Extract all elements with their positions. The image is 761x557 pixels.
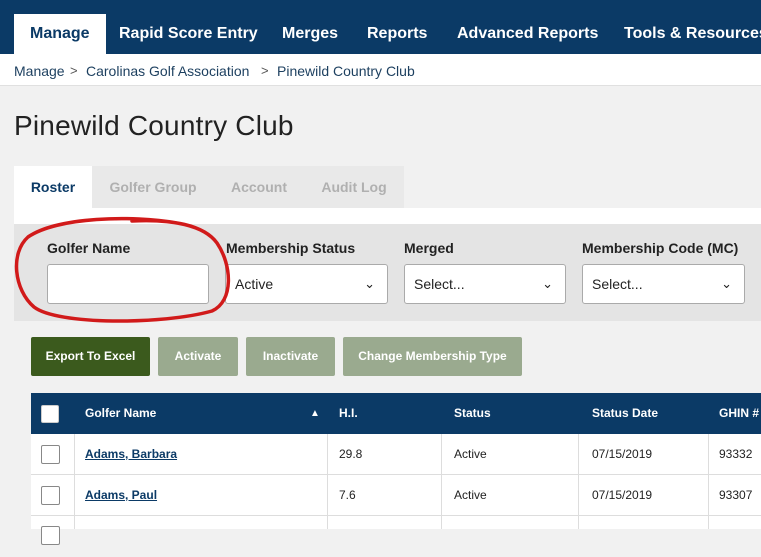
chevron-down-icon: ⌄ bbox=[542, 276, 553, 291]
golfer-name-link[interactable]: Adams, Paul bbox=[85, 475, 157, 516]
top-navigation: Manage Rapid Score Entry Merges Reports … bbox=[0, 0, 761, 54]
membership-status-label: Membership Status bbox=[226, 240, 356, 256]
membership-code-label: Membership Code (MC) bbox=[582, 240, 739, 256]
nav-item-rapid-score-entry[interactable]: Rapid Score Entry bbox=[103, 14, 274, 54]
nav-item-tools-resources[interactable]: Tools & Resources bbox=[608, 14, 761, 54]
tab-account[interactable]: Account bbox=[214, 166, 304, 208]
red-annotation-circle bbox=[14, 216, 231, 323]
sort-up-icon[interactable]: ▲ bbox=[310, 393, 320, 434]
inactivate-button[interactable]: Inactivate bbox=[246, 337, 335, 376]
ghin-value: 93332 bbox=[719, 447, 753, 461]
nav-item-advanced-reports[interactable]: Advanced Reports bbox=[441, 14, 614, 54]
status-date-value: 07/15/2019 bbox=[592, 447, 653, 461]
status-value: Active bbox=[454, 488, 487, 502]
column-header-hi[interactable]: H.I. bbox=[339, 393, 358, 434]
breadcrumb-separator: > bbox=[261, 63, 269, 78]
nav-item-reports[interactable]: Reports bbox=[351, 14, 443, 54]
export-to-excel-button[interactable]: Export To Excel bbox=[31, 337, 150, 376]
column-header-status-date[interactable]: Status Date bbox=[592, 393, 658, 434]
row-checkbox[interactable] bbox=[41, 445, 60, 464]
breadcrumb-manage[interactable]: Manage bbox=[14, 63, 65, 79]
page-title: Pinewild Country Club bbox=[14, 110, 294, 141]
breadcrumb-pinewild-country-club: Pinewild Country Club bbox=[277, 63, 415, 79]
status-value: Active bbox=[454, 447, 487, 461]
chevron-down-icon: ⌄ bbox=[721, 276, 732, 291]
golfer-name-link[interactable]: Adams, Barbara bbox=[85, 434, 177, 475]
breadcrumb-separator: > bbox=[70, 63, 78, 78]
merged-value: Select... bbox=[414, 276, 465, 292]
membership-code-value: Select... bbox=[592, 276, 643, 292]
roster-table-header: Golfer Name ▲ H.I. Status Status Date GH… bbox=[31, 393, 761, 434]
nav-item-manage[interactable]: Manage bbox=[14, 14, 106, 54]
merged-label: Merged bbox=[404, 240, 454, 256]
chevron-down-icon: ⌄ bbox=[364, 276, 375, 291]
change-membership-type-button[interactable]: Change Membership Type bbox=[343, 337, 522, 376]
breadcrumb-carolinas-golf-association[interactable]: Carolinas Golf Association bbox=[86, 63, 249, 79]
tab-roster[interactable]: Roster bbox=[14, 166, 92, 208]
table-row bbox=[31, 516, 761, 557]
breadcrumb: Manage > Carolinas Golf Association > Pi… bbox=[0, 54, 761, 86]
column-header-ghin[interactable]: GHIN # bbox=[719, 393, 759, 434]
table-row: Adams, Paul 7.6 Active 07/15/2019 93307 bbox=[31, 475, 761, 516]
membership-status-select[interactable]: Active ⌄ bbox=[225, 264, 388, 304]
roster-table-body: Adams, Barbara 29.8 Active 07/15/2019 93… bbox=[31, 434, 761, 545]
membership-code-select[interactable]: Select... ⌄ bbox=[582, 264, 745, 304]
hi-value: 29.8 bbox=[339, 447, 363, 461]
table-row: Adams, Barbara 29.8 Active 07/15/2019 93… bbox=[31, 434, 761, 475]
column-header-golfer-name[interactable]: Golfer Name bbox=[85, 393, 156, 434]
ghin-value: 93307 bbox=[719, 488, 753, 502]
hi-value: 7.6 bbox=[339, 488, 356, 502]
column-header-status[interactable]: Status bbox=[454, 393, 491, 434]
activate-button[interactable]: Activate bbox=[158, 337, 238, 376]
status-date-value: 07/15/2019 bbox=[592, 488, 653, 502]
tab-golfer-group[interactable]: Golfer Group bbox=[92, 166, 214, 208]
membership-status-value: Active bbox=[235, 276, 274, 292]
nav-item-merges[interactable]: Merges bbox=[266, 14, 354, 54]
tab-audit-log[interactable]: Audit Log bbox=[304, 166, 404, 208]
select-all-checkbox[interactable] bbox=[41, 405, 59, 423]
merged-select[interactable]: Select... ⌄ bbox=[404, 264, 566, 304]
row-checkbox[interactable] bbox=[41, 486, 60, 505]
